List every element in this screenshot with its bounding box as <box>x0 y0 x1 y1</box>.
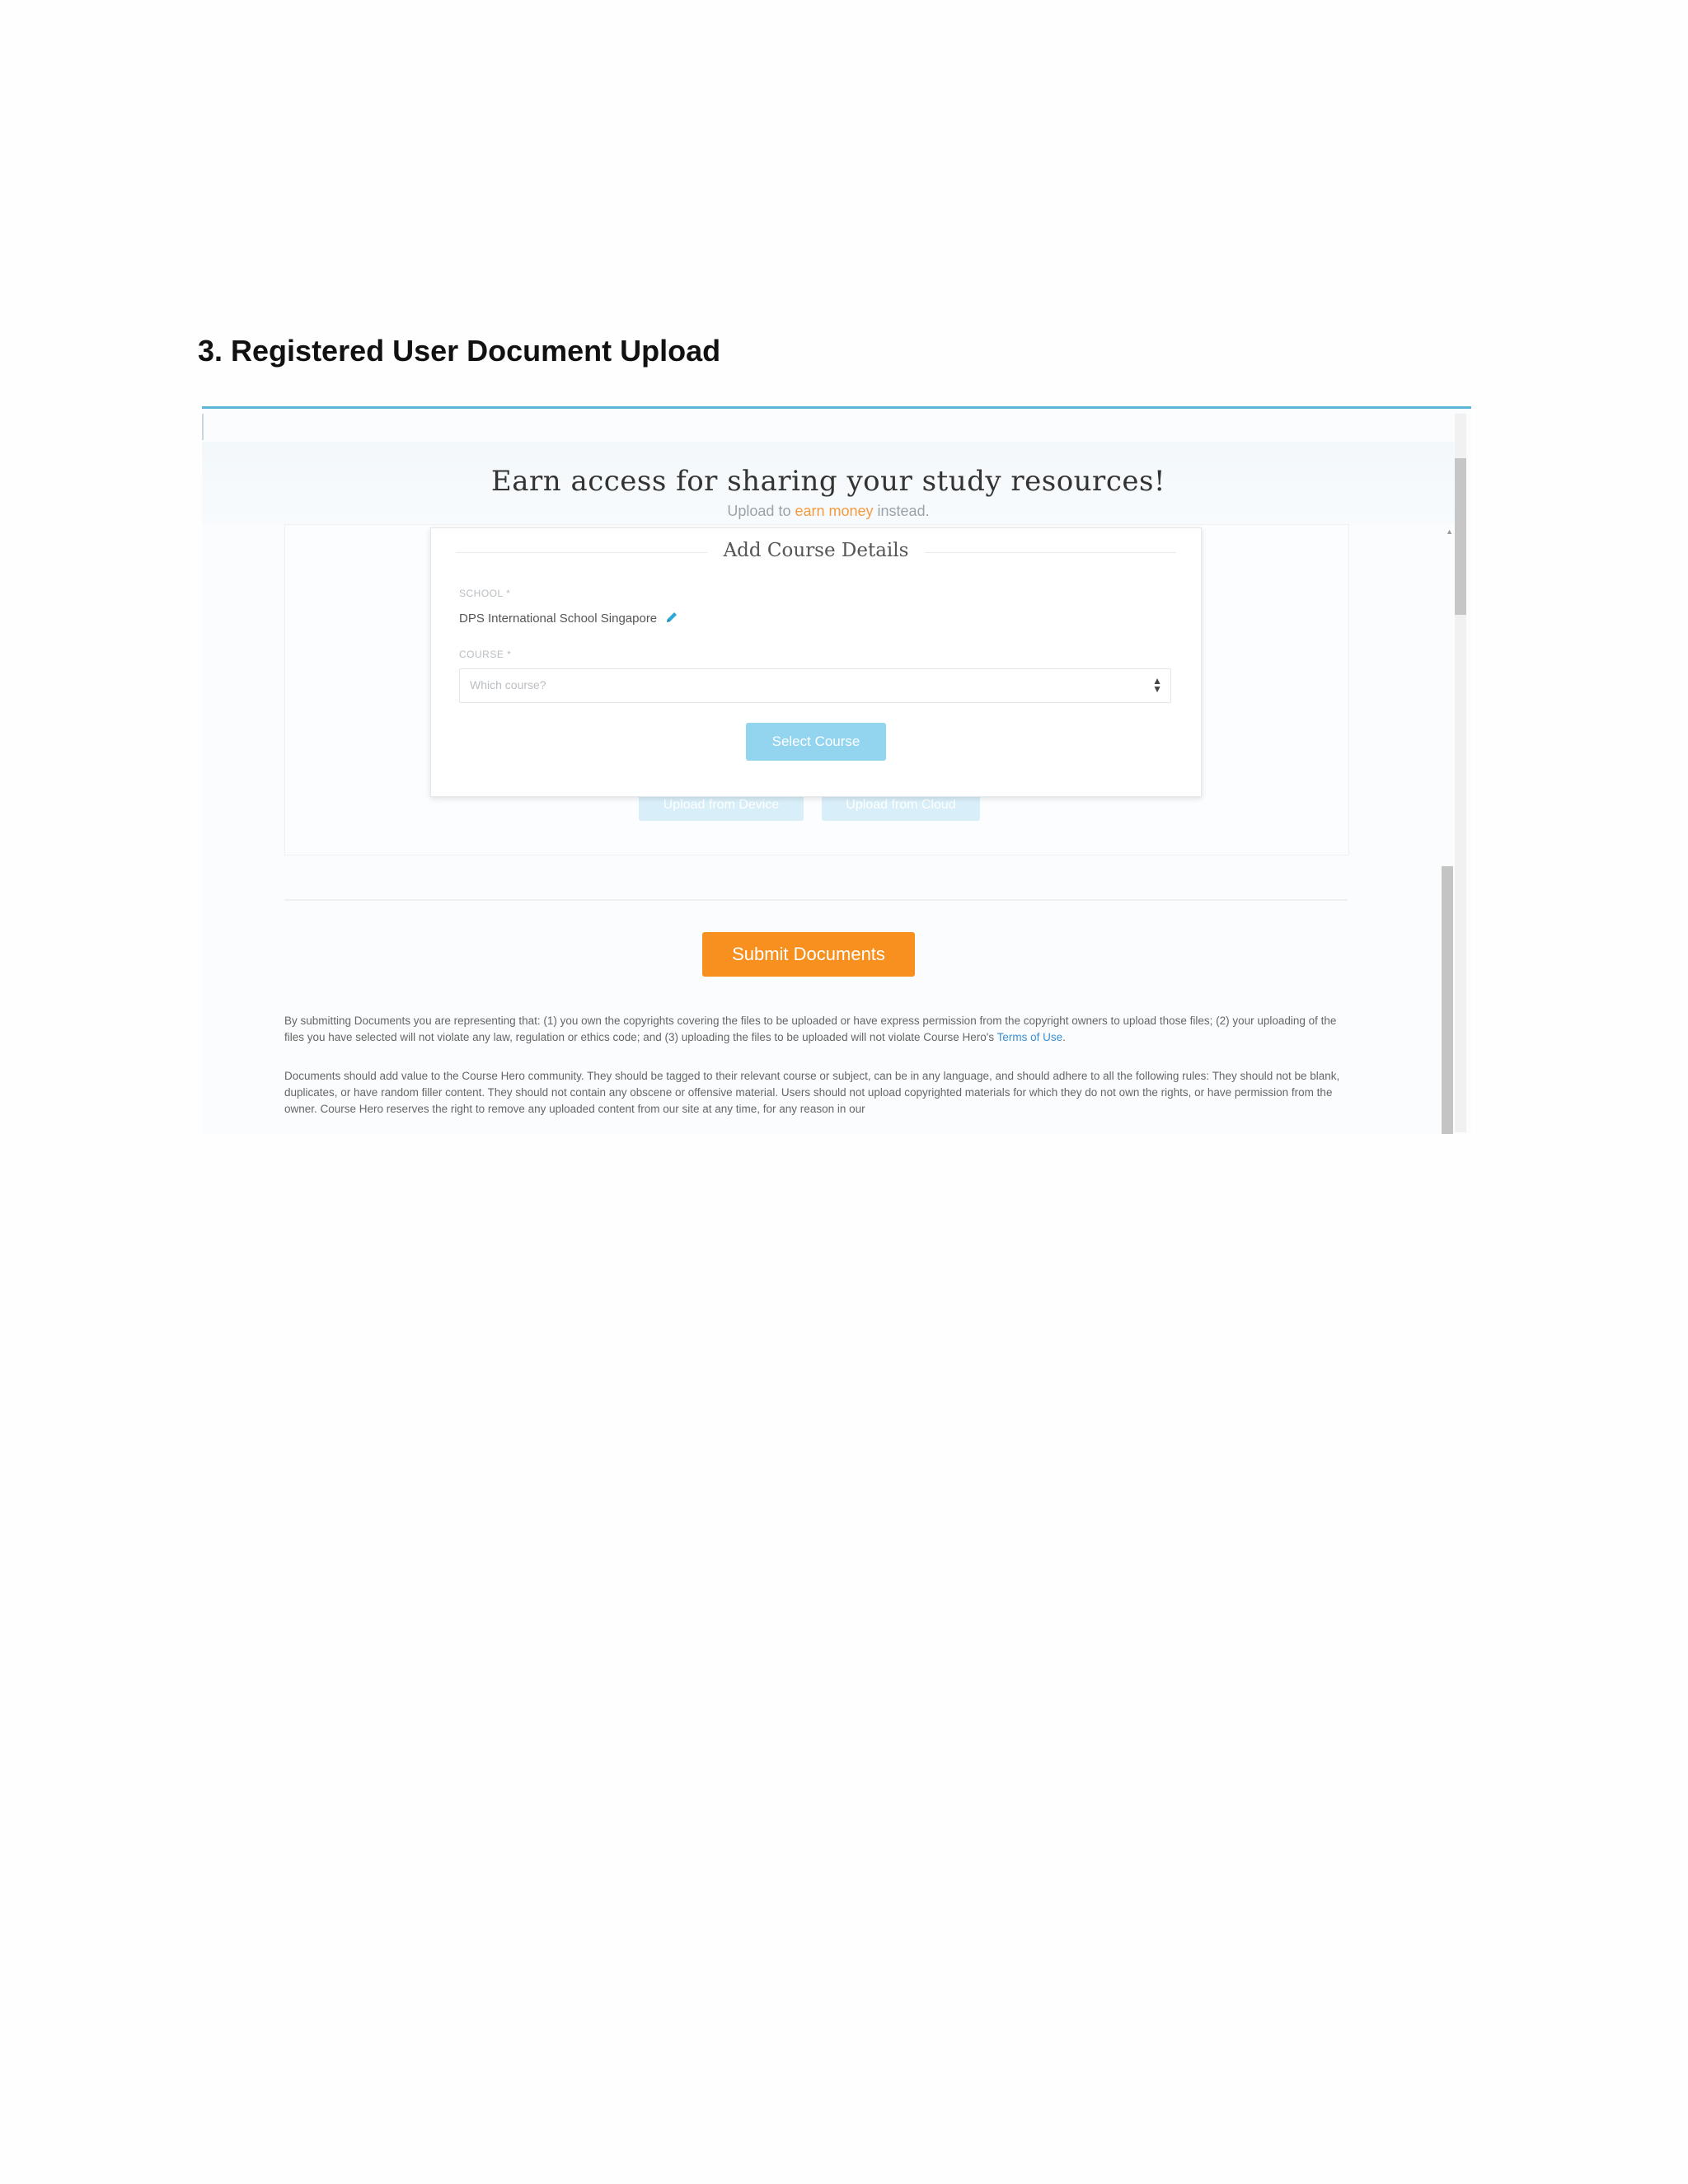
legal-p1-end: . <box>1062 1031 1066 1043</box>
school-value: DPS International School Singapore <box>459 611 678 627</box>
select-arrows-icon: ▲ ▼ <box>1152 675 1162 695</box>
school-label: SCHOOL * <box>459 588 511 599</box>
subtitle-prefix: Upload to <box>727 503 795 519</box>
embedded-screenshot: Earn access for sharing your study resou… <box>202 406 1471 1134</box>
legal-paragraph-2: Documents should add value to the Course… <box>284 1070 1340 1115</box>
modal-title: Add Course Details <box>706 540 926 561</box>
add-course-modal: Add Course Details SCHOOL * DPS Internat… <box>430 527 1202 797</box>
heading-number: 3. <box>198 334 223 368</box>
earn-money-link[interactable]: earn money <box>795 503 873 519</box>
pencil-icon[interactable] <box>665 611 678 627</box>
banner-title: Earn access for sharing your study resou… <box>490 465 1166 498</box>
select-course-button[interactable]: Select Course <box>746 723 886 761</box>
section-divider <box>284 899 1348 901</box>
window-edge <box>202 414 204 440</box>
course-label: COURSE * <box>459 649 512 660</box>
school-name: DPS International School Singapore <box>459 611 658 626</box>
page-scrollbar-thumb[interactable] <box>1455 458 1466 615</box>
lower-scrollbar-thumb[interactable] <box>1442 866 1453 1134</box>
submit-documents-button[interactable]: Submit Documents <box>702 932 915 977</box>
course-select[interactable]: Which course? ▲ ▼ <box>459 668 1171 703</box>
modal-title-wrap: Add Course Details <box>456 540 1176 561</box>
terms-of-use-link[interactable]: Terms of Use <box>997 1031 1063 1043</box>
course-select-placeholder: Which course? <box>470 678 546 691</box>
legal-paragraph-1: By submitting Documents you are represen… <box>284 1013 1348 1046</box>
modal-scrollbar[interactable]: ▲ ▼ <box>1445 527 1453 915</box>
heading-text: Registered User Document Upload <box>231 334 721 368</box>
modal-title-row: Add Course Details <box>456 540 1176 565</box>
document-heading: 3. Registered User Document Upload <box>198 334 720 368</box>
scroll-up-icon[interactable]: ▲ <box>1446 527 1453 536</box>
legal-p1-text: By submitting Documents you are represen… <box>284 1015 1337 1043</box>
banner-subtitle: Upload to earn money instead. <box>202 503 1455 520</box>
subtitle-suffix: instead. <box>873 503 930 519</box>
